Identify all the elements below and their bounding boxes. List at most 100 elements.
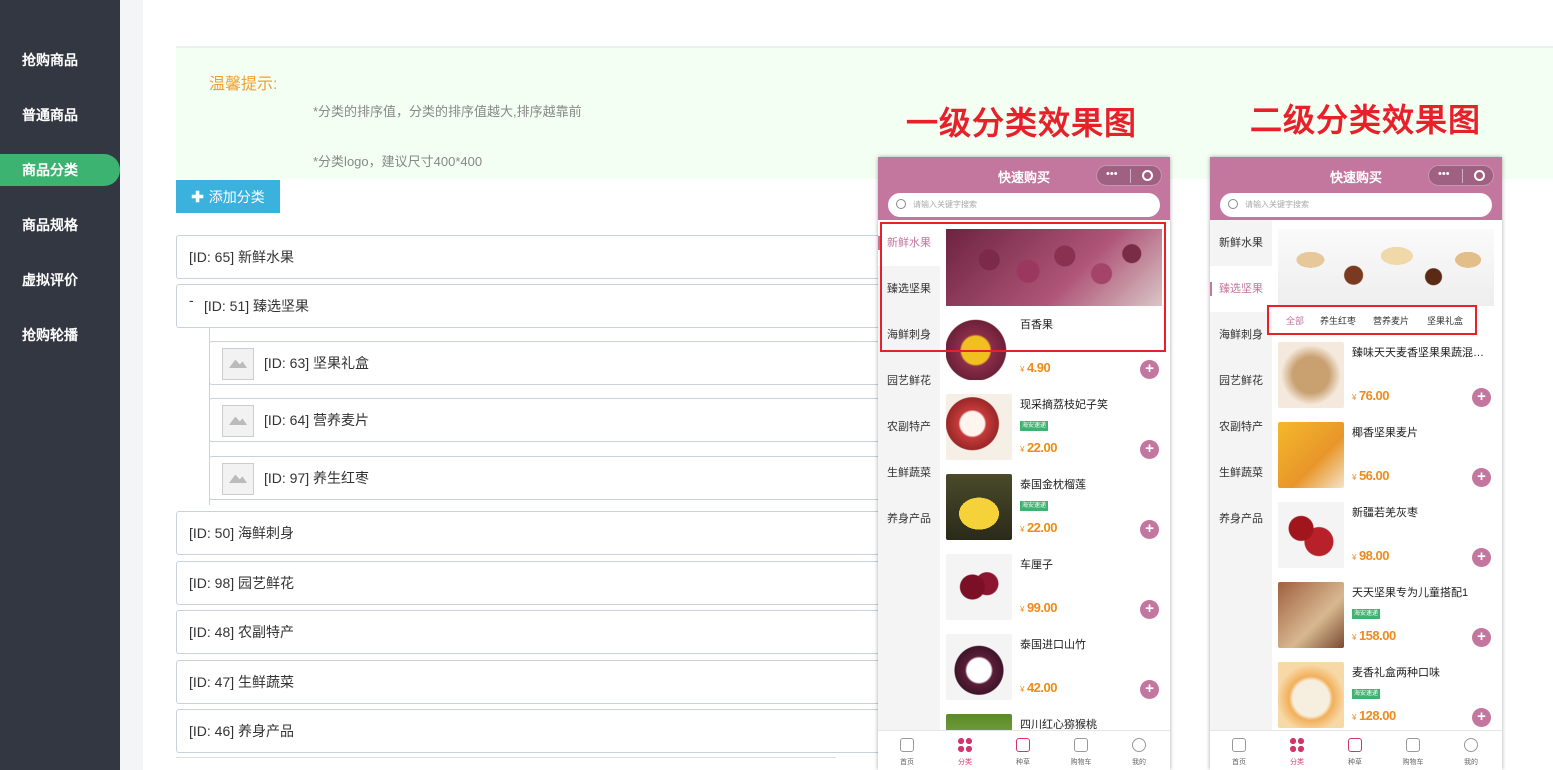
- product-price: ¥4.90: [1020, 360, 1051, 375]
- category-row[interactable]: [ID: 46] 养身产品: [176, 709, 886, 753]
- phone-cat-item: 臻选坚果: [1210, 266, 1272, 312]
- tab-cart: 购物车: [1384, 731, 1442, 770]
- product-price: ¥98.00: [1352, 548, 1390, 563]
- phone-cat-item: 生鲜蔬菜: [887, 467, 931, 479]
- caption-level1: 一级分类效果图: [906, 105, 1138, 141]
- phone-tabbar: 首页 分类 种草 购物车 我的: [1210, 730, 1502, 770]
- sidebar-item-normal-goods[interactable]: 普通商品: [0, 99, 120, 131]
- subcategory-row[interactable]: [ID: 64] 营养麦片: [209, 398, 886, 442]
- add-category-button[interactable]: ✚ 添加分类: [176, 180, 280, 213]
- category-banner-image: [1278, 229, 1494, 306]
- product-price: ¥76.00: [1352, 388, 1390, 403]
- phone-cat-item: 农副特产: [1219, 421, 1263, 433]
- category-row[interactable]: [ID: 48] 农副特产: [176, 610, 886, 654]
- collapse-toggle[interactable]: -: [189, 279, 194, 321]
- close-target-icon: [1474, 170, 1485, 181]
- product-image: [1278, 582, 1344, 648]
- subcategory-label: [ID: 63] 坚果礼盒: [264, 355, 370, 371]
- product-item: 泰国金枕榴莲 海安速递 ¥22.00 +: [946, 474, 1166, 544]
- product-item: 天天坚果专为儿童搭配1 海安速递 ¥158.00 +: [1278, 582, 1498, 652]
- product-item: 椰香坚果麦片 ¥56.00 +: [1278, 422, 1498, 492]
- capsule-menu: •••: [1428, 165, 1494, 186]
- product-item: 现采摘荔枝妃子笑 海安速递 ¥22.00 +: [946, 394, 1166, 464]
- sidebar-item-flash-goods[interactable]: 抢购商品: [0, 44, 120, 76]
- capsule-menu: •••: [1096, 165, 1162, 186]
- product-name: 车厘子: [1020, 559, 1053, 571]
- category-row[interactable]: - [ID: 51] 臻选坚果: [176, 284, 886, 328]
- phone-cat-item: 养身产品: [1219, 513, 1263, 525]
- add-to-cart-icon: +: [1140, 680, 1159, 699]
- phone-cat-item: 海鲜刺身: [1219, 329, 1263, 341]
- category-row[interactable]: [ID: 47] 生鲜蔬菜: [176, 660, 886, 704]
- sidebar: 抢购商品 普通商品 商品分类 商品规格 虚拟评价 抢购轮播: [0, 0, 120, 770]
- search-icon: [1228, 199, 1238, 209]
- user-icon: [1132, 738, 1146, 752]
- search-icon: [896, 199, 906, 209]
- home-icon: [1232, 738, 1246, 752]
- sidebar-item-flash-carousel[interactable]: 抢购轮播: [0, 319, 120, 351]
- divider: [176, 757, 836, 758]
- product-item: 新疆若羌灰枣 ¥98.00 +: [1278, 502, 1498, 572]
- phone-search-input: 请输入关键字搜索: [1220, 193, 1492, 217]
- product-image: [946, 394, 1012, 460]
- product-name: 椰香坚果麦片: [1352, 427, 1418, 439]
- tip-sort-line: *分类的排序值，分类的排序值越大,排序越靠前: [313, 104, 582, 119]
- product-price: ¥56.00: [1352, 468, 1390, 483]
- add-to-cart-icon: +: [1472, 388, 1491, 407]
- product-price: ¥22.00: [1020, 440, 1058, 455]
- phone-tabbar: 首页 分类 种草 购物车 我的: [878, 730, 1170, 770]
- phone-preview-level2: 快速购买 ••• 请输入关键字搜索 新鲜水果 臻选坚果 海鲜刺身 园艺鲜花 农副…: [1210, 157, 1502, 770]
- tab-grass: 种草: [1326, 731, 1384, 770]
- image-placeholder-icon: [222, 463, 254, 495]
- highlight-box: [880, 222, 1166, 352]
- add-to-cart-icon: +: [1472, 468, 1491, 487]
- tab-mine: 我的: [1110, 731, 1168, 770]
- product-price: ¥42.00: [1020, 680, 1058, 695]
- product-name: 天天坚果专为儿童搭配1: [1352, 587, 1469, 599]
- category-row[interactable]: [ID: 50] 海鲜刺身: [176, 511, 886, 555]
- add-to-cart-icon: +: [1140, 360, 1159, 379]
- highlight-box: [1267, 305, 1477, 335]
- sidebar-item-categories[interactable]: 商品分类: [0, 154, 120, 186]
- caption-level2: 二级分类效果图: [1250, 102, 1482, 138]
- product-name: 麦香礼盒两种口味: [1352, 667, 1440, 679]
- phone-cat-item: 新鲜水果: [1219, 237, 1263, 249]
- tab-mine: 我的: [1442, 731, 1500, 770]
- add-to-cart-icon: +: [1140, 600, 1159, 619]
- add-to-cart-icon: +: [1472, 708, 1491, 727]
- subcategory-row[interactable]: [ID: 97] 养生红枣: [209, 456, 886, 500]
- product-image: [1278, 342, 1344, 408]
- tips-title: 温馨提示:: [209, 76, 278, 93]
- add-to-cart-icon: +: [1472, 548, 1491, 567]
- grid-icon: [958, 738, 972, 752]
- tab-category: 分类: [936, 731, 994, 770]
- phone-header: 快速购买 ••• 请输入关键字搜索: [878, 157, 1170, 220]
- product-price: ¥128.00: [1352, 708, 1396, 723]
- sidebar-item-specs[interactable]: 商品规格: [0, 209, 120, 241]
- delivery-tag: 海安速递: [1352, 689, 1381, 699]
- product-image: [946, 554, 1012, 620]
- product-item: 麦香礼盒两种口味 海安速递 ¥128.00 +: [1278, 662, 1498, 732]
- add-category-label: 添加分类: [208, 188, 265, 205]
- grid-icon: [1290, 738, 1304, 752]
- category-row[interactable]: [ID: 65] 新鲜水果: [176, 235, 886, 279]
- category-row[interactable]: [ID: 98] 园艺鲜花: [176, 561, 886, 605]
- product-image: [1278, 502, 1344, 568]
- cart-icon: [1074, 738, 1088, 752]
- tip-logo-line: *分类logo，建议尺寸400*400: [313, 154, 483, 169]
- image-placeholder-icon: [222, 405, 254, 437]
- cart-icon: [1406, 738, 1420, 752]
- delivery-tag: 海安速递: [1020, 501, 1049, 511]
- phone-cat-item: 农副特产: [887, 421, 931, 433]
- delivery-tag: 海安速递: [1352, 609, 1381, 619]
- product-image: [1278, 662, 1344, 728]
- more-dots-icon: •••: [1438, 168, 1450, 180]
- image-placeholder-icon: [222, 348, 254, 380]
- product-price: ¥99.00: [1020, 600, 1058, 615]
- phone-search-input: 请输入关键字搜索: [888, 193, 1160, 217]
- phone-preview-level1: 快速购买 ••• 请输入关键字搜索 新鲜水果 臻选坚果 海鲜刺身 园艺鲜花 农副…: [878, 157, 1170, 770]
- subcategory-row[interactable]: [ID: 63] 坚果礼盒: [209, 341, 886, 385]
- tv-icon: [1016, 738, 1030, 752]
- sidebar-item-virtual-reviews[interactable]: 虚拟评价: [0, 264, 120, 296]
- product-price: ¥22.00: [1020, 520, 1058, 535]
